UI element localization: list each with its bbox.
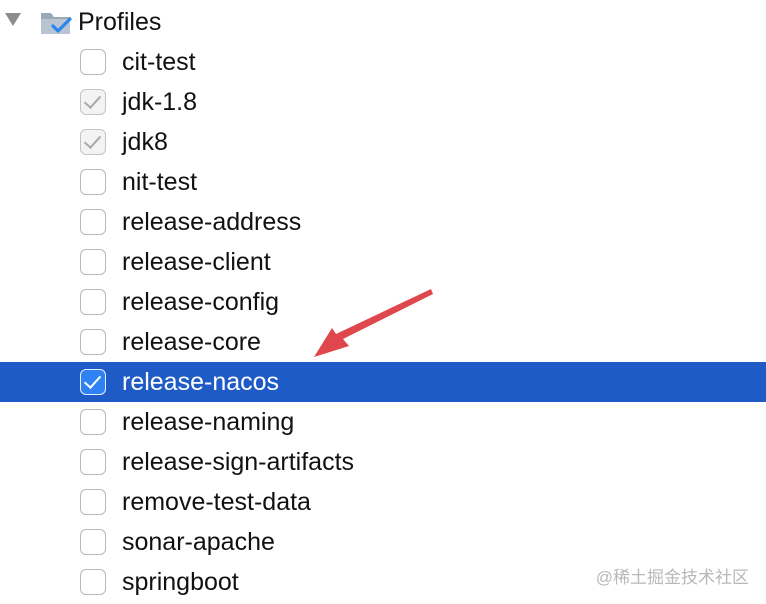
- profile-row[interactable]: release-core: [0, 322, 766, 362]
- profile-row[interactable]: release-config: [0, 282, 766, 322]
- profile-label: springboot: [122, 568, 239, 596]
- profile-label: release-client: [122, 248, 271, 276]
- profile-label: cit-test: [122, 48, 196, 76]
- profile-row[interactable]: release-naming: [0, 402, 766, 442]
- profile-row[interactable]: release-client: [0, 242, 766, 282]
- profile-checkbox[interactable]: [80, 569, 106, 595]
- profile-checkbox[interactable]: [80, 529, 106, 555]
- profile-checkbox[interactable]: [80, 409, 106, 435]
- profile-label: release-config: [122, 288, 280, 316]
- profile-checkbox[interactable]: [80, 129, 106, 155]
- profile-row[interactable]: nit-test: [0, 162, 766, 202]
- profile-row[interactable]: cit-test: [0, 42, 766, 82]
- profiles-tree-header[interactable]: Profiles: [0, 0, 766, 42]
- profile-row[interactable]: release-nacos: [0, 362, 766, 402]
- profile-row[interactable]: remove-test-data: [0, 482, 766, 522]
- profile-label: nit-test: [122, 168, 198, 196]
- profile-label: release-core: [122, 328, 261, 356]
- profile-label: release-address: [122, 208, 302, 236]
- profile-label: jdk-1.8: [122, 88, 198, 116]
- profile-row[interactable]: jdk-1.8: [0, 82, 766, 122]
- profiles-list: cit-test jdk-1.8 jdk8 nit-test release-addre…: [0, 42, 766, 602]
- profile-checkbox[interactable]: [80, 209, 106, 235]
- profiles-label: Profiles: [78, 8, 162, 36]
- profile-label: release-nacos: [122, 368, 280, 396]
- triangle-down-icon[interactable]: [5, 13, 21, 26]
- profile-checkbox[interactable]: [80, 329, 106, 355]
- watermark: @稀土掘金技术社区: [595, 568, 749, 587]
- checkmark-icon: [83, 371, 102, 389]
- profile-checkbox[interactable]: [80, 369, 106, 395]
- profile-checkbox[interactable]: [80, 489, 106, 515]
- profile-label: remove-test-data: [122, 488, 311, 516]
- profile-label: jdk8: [122, 128, 168, 156]
- checkmark-icon: [83, 91, 102, 109]
- profile-row[interactable]: sonar-apache: [0, 522, 766, 562]
- profile-checkbox[interactable]: [80, 49, 106, 75]
- profile-label: release-naming: [122, 408, 295, 436]
- profile-row[interactable]: release-sign-artifacts: [0, 442, 766, 482]
- profile-checkbox[interactable]: [80, 449, 106, 475]
- folder-check-icon: [41, 13, 72, 34]
- profile-checkbox[interactable]: [80, 289, 106, 315]
- profile-checkbox[interactable]: [80, 249, 106, 275]
- checkmark-icon: [83, 131, 102, 149]
- profile-checkbox[interactable]: [80, 169, 106, 195]
- profile-label: sonar-apache: [122, 528, 275, 556]
- profile-checkbox[interactable]: [80, 89, 106, 115]
- profile-label: release-sign-artifacts: [122, 448, 355, 476]
- profile-row[interactable]: release-address: [0, 202, 766, 242]
- profile-row[interactable]: jdk8: [0, 122, 766, 162]
